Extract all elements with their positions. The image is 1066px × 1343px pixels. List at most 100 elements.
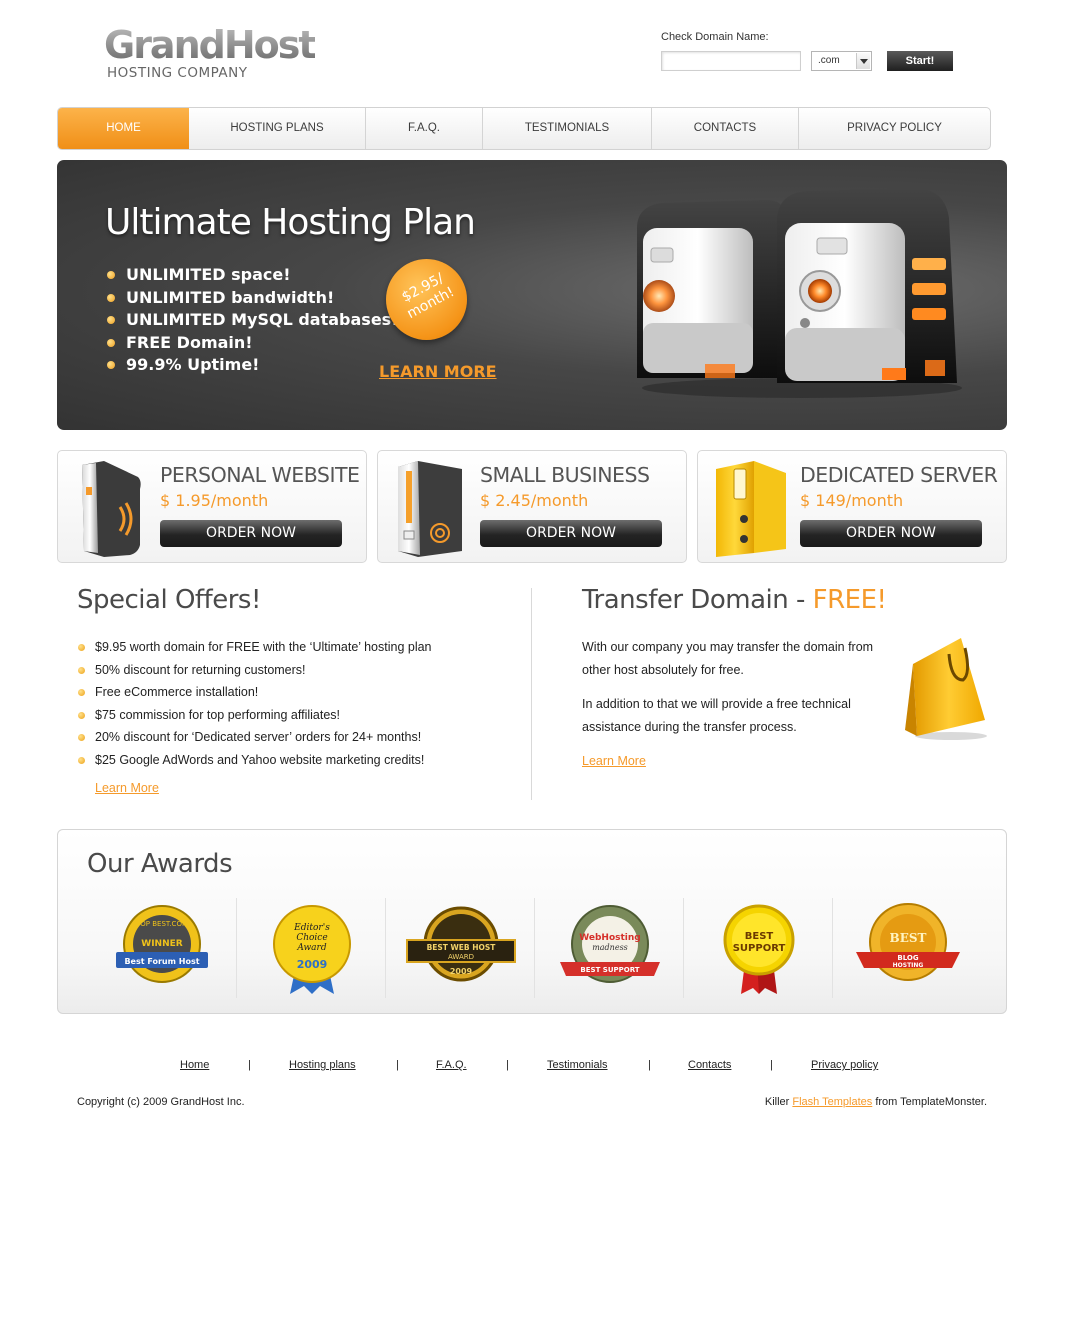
nav-item-contacts[interactable]: CONTACTS [652,108,799,149]
award-medal-icon: BEST SUPPORT [723,904,795,994]
logo[interactable]: GrandHost HOSTING COMPANY [104,23,317,81]
footer-link-privacy-policy[interactable]: Privacy policy [811,1059,878,1071]
plan-title: PERSONAL WEBSITE [160,463,360,487]
award-badge-best-forum-host: TOP BEST.COM WINNER Best Forum Host [87,898,236,998]
awards-panel: Our Awards TOP BEST.COM WINNER Best Foru… [57,829,1007,1014]
main-nav: HOME HOSTING PLANS F.A.Q. TESTIMONIALS C… [57,107,991,150]
special-offers-list: $9.95 worth domain for FREE with the ‘Ul… [77,636,432,771]
order-now-button[interactable]: ORDER NOW [800,520,982,547]
banner-feature: UNLIMITED space! [107,264,398,287]
transfer-learn-more-link[interactable]: Learn More [582,754,646,768]
footer-separator: | [770,1059,773,1071]
chevron-down-icon [856,53,870,69]
price-sticker-text: $2.95/ month! [399,270,458,323]
logo-tagline: HOSTING COMPANY [107,65,248,81]
order-now-button[interactable]: ORDER NOW [160,520,342,547]
offer-item: $75 commission for top performing affili… [77,704,432,727]
domain-name-input[interactable] [661,51,801,71]
flash-templates-link[interactable]: Flash Templates [792,1096,872,1108]
domain-check-label: Check Domain Name: [661,31,769,43]
plan-price: $ 149/month [800,491,904,510]
award-text: AWARD [448,953,474,961]
nav-item-hosting-plans[interactable]: HOSTING PLANS [189,108,366,149]
award-medal-icon: WebHosting madness BEST SUPPORT [560,905,660,983]
award-text: WebHosting [579,933,640,943]
award-badge-best-blog-hosting: BEST BLOG HOSTING [832,898,981,998]
binder-folder-icon [716,461,786,557]
price-sticker-badge: $2.95/ month! [386,259,467,340]
transfer-paragraph: In addition to that we will provide a fr… [582,697,851,734]
credits-prefix: Killer [764,1096,793,1108]
plan-card-personal: PERSONAL WEBSITE $ 1.95/month ORDER NOW [57,450,367,563]
order-now-button[interactable]: ORDER NOW [480,520,662,547]
offer-item: Free eCommerce installation! [77,681,432,704]
award-text: Choice [296,933,327,943]
plan-card-small-business: SMALL BUSINESS $ 2.45/month ORDER NOW [377,450,687,563]
nav-item-privacy-policy[interactable]: PRIVACY POLICY [799,108,990,149]
banner-feature: 99.9% Uptime! [107,354,398,377]
footer-link-hosting-plans[interactable]: Hosting plans [289,1059,356,1071]
footer-link-faq[interactable]: F.A.Q. [436,1059,467,1071]
award-medal-icon: Editor's Choice Award 2009 [273,905,351,994]
award-text: BLOG [897,954,918,962]
award-text: Award [296,943,326,953]
banner-learn-more-link[interactable]: LEARN MORE [379,362,497,381]
award-medal-icon: BEST BLOG HOSTING [856,903,960,981]
offer-item: $9.95 worth domain for FREE with the ‘Ul… [77,636,432,659]
footer-link-contacts[interactable]: Contacts [688,1059,731,1071]
offer-item: 20% discount for ‘Dedicated server’ orde… [77,726,432,749]
plan-card-dedicated: DEDICATED SERVER $ 149/month ORDER NOW [697,450,1007,563]
award-badge-best-web-host: BEST WEB HOST AWARD 2009 [385,898,534,998]
tld-select[interactable]: .com [811,51,872,71]
banner-feature: UNLIMITED MySQL databases! [107,309,398,332]
transfer-title-text: Transfer Domain - [582,585,813,615]
transfer-title-highlight: FREE! [812,585,887,615]
start-button[interactable]: Start! [887,51,953,71]
copyright-text: Copyright (c) 2009 GrandHost Inc. [77,1096,245,1108]
server-tower-icon [82,461,141,557]
banner-feature: UNLIMITED bandwidth! [107,287,398,310]
logo-name: GrandHost [104,23,317,67]
award-text: BEST SUPPORT [580,966,639,974]
offer-item: $25 Google AdWords and Yahoo website mar… [77,749,432,772]
awards-title: Our Awards [87,849,233,879]
footer-link-testimonials[interactable]: Testimonials [547,1059,608,1071]
award-text: SUPPORT [733,943,786,954]
award-text: TOP BEST.COM [135,920,188,928]
award-badge-webhosting-madness: WebHosting madness BEST SUPPORT [534,898,683,998]
nav-item-home[interactable]: HOME [58,108,189,149]
nav-item-faq[interactable]: F.A.Q. [366,108,483,149]
servers-illustration-icon [637,188,962,398]
footer-separator: | [248,1059,251,1071]
special-offers-title: Special Offers! [77,585,261,615]
award-text: 2009 [450,967,473,976]
award-text: madness [592,943,628,952]
template-credits: Killer Flash Templates from TemplateMons… [765,1096,987,1108]
offer-item: 50% discount for returning customers! [77,659,432,682]
banner-title: Ultimate Hosting Plan [105,202,476,243]
hero-banner: Ultimate Hosting Plan UNLIMITED space! U… [57,160,1007,430]
award-text: WINNER [141,939,182,949]
credits-suffix: from TemplateMonster. [872,1096,987,1108]
shopping-bag-icon [905,638,987,740]
footer-separator: | [506,1059,509,1071]
award-medal-icon: BEST WEB HOST AWARD 2009 [406,906,516,982]
tld-selected-value: .com [818,55,840,66]
award-badge-editors-choice: Editor's Choice Award 2009 [236,898,385,998]
award-medal-icon: TOP BEST.COM WINNER Best Forum Host [116,905,208,983]
plan-title: SMALL BUSINESS [480,463,650,487]
transfer-domain-title: Transfer Domain - FREE! [582,585,887,615]
award-text: Best Forum Host [124,957,199,966]
award-text: BEST WEB HOST [427,943,497,952]
nav-item-testimonials[interactable]: TESTIMONIALS [483,108,652,149]
plan-price: $ 1.95/month [160,491,269,510]
server-box-icon [398,461,462,557]
award-text: BEST [890,931,927,945]
offers-learn-more-link[interactable]: Learn More [95,781,159,795]
award-text: BEST [745,931,774,942]
footer-separator: | [648,1059,651,1071]
footer-link-home[interactable]: Home [180,1059,209,1071]
award-text: 2009 [297,958,328,971]
footer-separator: | [396,1059,399,1071]
transfer-paragraph: With our company you may transfer the do… [582,640,874,677]
